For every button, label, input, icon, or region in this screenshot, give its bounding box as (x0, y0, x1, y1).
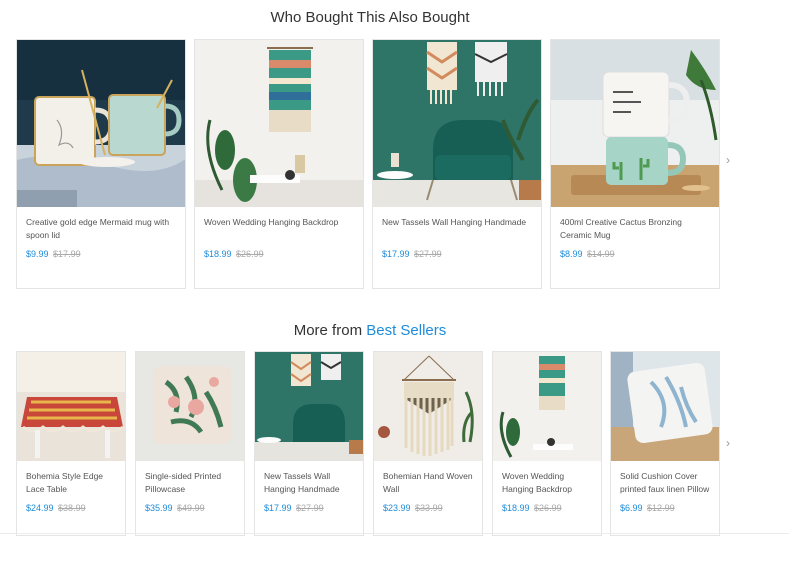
section-title-prefix: More from (293, 322, 363, 339)
original-price: $27.99 (296, 503, 324, 513)
divider (0, 533, 789, 534)
best-sellers-link[interactable]: Best Sellers (366, 322, 446, 339)
original-price: $26.99 (236, 249, 264, 259)
original-price: $14.99 (587, 249, 615, 259)
product-image[interactable] (373, 40, 542, 207)
product-price: $9.99 $17.99 (26, 249, 81, 259)
current-price: $8.99 (560, 249, 583, 259)
original-price: $17.99 (53, 249, 81, 259)
carousel-next-icon[interactable]: › (726, 436, 730, 450)
product-name[interactable]: Bohemian Hand Woven Wall (383, 470, 474, 496)
product-name[interactable]: Solid Cushion Cover printed faux linen P… (620, 470, 711, 496)
product-price: $17.99 $27.99 (382, 249, 442, 259)
current-price: $9.99 (26, 249, 49, 259)
product-card[interactable]: Woven Wedding Hanging Backdrop $18.99 $2… (492, 351, 602, 536)
product-image[interactable] (374, 352, 483, 461)
current-price: $17.99 (264, 503, 292, 513)
product-card[interactable]: New Tassels Wall Hanging Handmade $17.99… (372, 39, 542, 289)
current-price: $17.99 (382, 249, 410, 259)
product-price: $18.99 $26.99 (502, 503, 562, 513)
product-price: $24.99 $38.99 (26, 503, 86, 513)
current-price: $24.99 (26, 503, 54, 513)
product-name[interactable]: 400ml Creative Cactus Bronzing Ceramic M… (560, 216, 711, 242)
product-card[interactable]: Solid Cushion Cover printed faux linen P… (610, 351, 720, 536)
product-price: $23.99 $33.99 (383, 503, 443, 513)
product-image[interactable] (611, 352, 720, 461)
product-name[interactable]: New Tassels Wall Hanging Handmade (264, 470, 355, 496)
section-title-more-from: More from Best Sellers (0, 322, 740, 339)
product-price: $6.99 $12.99 (620, 503, 675, 513)
product-card[interactable]: New Tassels Wall Hanging Handmade $17.99… (254, 351, 364, 536)
product-card[interactable]: Woven Wedding Hanging Backdrop $18.99 $2… (194, 39, 364, 289)
product-name[interactable]: Single-sided Printed Pillowcase (145, 470, 236, 496)
section-title-also-bought: Who Bought This Also Bought (270, 9, 470, 26)
original-price: $27.99 (414, 249, 442, 259)
original-price: $49.99 (177, 503, 205, 513)
carousel-next-icon[interactable]: › (726, 153, 730, 167)
product-price: $18.99 $26.99 (204, 249, 264, 259)
product-card[interactable]: Creative gold edge Mermaid mug with spoo… (16, 39, 186, 289)
product-name[interactable]: Bohemia Style Edge Lace Table (26, 470, 117, 496)
product-name[interactable]: Creative gold edge Mermaid mug with spoo… (26, 216, 177, 242)
product-card[interactable]: Single-sided Printed Pillowcase $35.99 $… (135, 351, 245, 536)
current-price: $18.99 (502, 503, 530, 513)
product-price: $17.99 $27.99 (264, 503, 324, 513)
product-name[interactable]: Woven Wedding Hanging Backdrop (502, 470, 593, 496)
current-price: $18.99 (204, 249, 232, 259)
product-name[interactable]: Woven Wedding Hanging Backdrop (204, 216, 355, 229)
current-price: $6.99 (620, 503, 643, 513)
product-image[interactable] (136, 352, 245, 461)
original-price: $26.99 (534, 503, 562, 513)
product-name[interactable]: New Tassels Wall Hanging Handmade (382, 216, 533, 229)
product-image[interactable] (17, 40, 186, 207)
original-price: $33.99 (415, 503, 443, 513)
current-price: $23.99 (383, 503, 411, 513)
original-price: $12.99 (647, 503, 675, 513)
current-price: $35.99 (145, 503, 173, 513)
product-price: $35.99 $49.99 (145, 503, 205, 513)
product-image[interactable] (195, 40, 364, 207)
product-card[interactable]: Bohemian Hand Woven Wall $23.99 $33.99 (373, 351, 483, 536)
product-card[interactable]: Bohemia Style Edge Lace Table $24.99 $38… (16, 351, 126, 536)
product-image[interactable] (255, 352, 364, 461)
product-image[interactable] (17, 352, 126, 461)
product-image[interactable] (551, 40, 720, 207)
original-price: $38.99 (58, 503, 86, 513)
product-card[interactable]: 400ml Creative Cactus Bronzing Ceramic M… (550, 39, 720, 289)
product-image[interactable] (493, 352, 602, 461)
product-price: $8.99 $14.99 (560, 249, 615, 259)
